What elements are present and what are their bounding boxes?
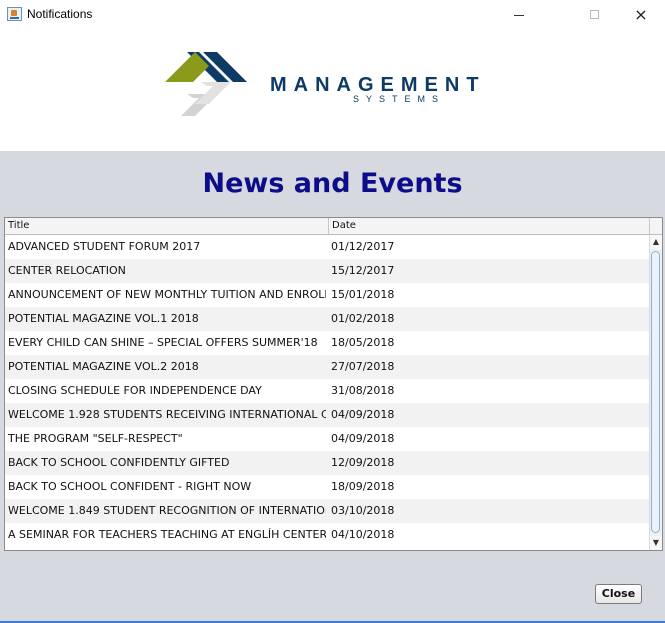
row-title: CLOSING SCHEDULE FOR INDEPENDENCE DAY xyxy=(8,384,262,397)
table-row[interactable]: EVERY CHILD CAN SHINE – SPECIAL OFFERS S… xyxy=(5,331,649,355)
row-date: 18/09/2018 xyxy=(331,480,395,493)
row-date: 01/02/2018 xyxy=(331,312,395,325)
table-body: ADVANCED STUDENT FORUM 2017 01/12/2017 CEN… xyxy=(5,235,649,550)
row-date: 31/08/2018 xyxy=(331,384,395,397)
row-date: 27/07/2018 xyxy=(331,360,395,373)
row-title: THE PROGRAM "SELF-RESPECT" xyxy=(8,432,183,445)
row-title: BACK TO SCHOOL CONFIDENTLY GIFTED xyxy=(8,456,230,469)
table-row[interactable]: ANNOUNCEMENT OF NEW MONTHLY TUITION AND … xyxy=(5,283,649,307)
minimize-button[interactable] xyxy=(496,0,542,30)
window-title: Notifications xyxy=(27,7,93,21)
page-title: News and Events xyxy=(202,168,463,199)
table-row[interactable]: CLOSING SCHEDULE FOR INDEPENDENCE DAY 31/… xyxy=(5,379,649,403)
row-title: POTENTIAL MAGAZINE VOL.1 2018 xyxy=(8,312,199,325)
vertical-scrollbar[interactable]: ▲ ▼ xyxy=(649,235,662,550)
management-systems-logo-icon xyxy=(165,52,247,116)
table-row[interactable]: WELCOME 1.928 STUDENTS RECEIVING INTERNA… xyxy=(5,403,649,427)
row-date: 01/12/2017 xyxy=(331,240,395,253)
row-date: 04/09/2018 xyxy=(331,432,395,445)
maximize-button[interactable] xyxy=(572,0,618,30)
table-header: Title Date xyxy=(5,218,662,235)
close-button[interactable]: Close xyxy=(595,584,642,604)
main-panel: News and Events Title Date ADVANCED STUD… xyxy=(0,151,665,623)
column-header-date[interactable]: Date xyxy=(329,218,650,234)
table-row[interactable]: BACK TO SCHOOL CONFIDENTLY GIFTED 12/09/2… xyxy=(5,451,649,475)
row-title: CENTER RELOCATION xyxy=(8,264,126,277)
table-row[interactable]: POTENTIAL MAGAZINE VOL.2 2018 27/07/2018 xyxy=(5,355,649,379)
close-window-button[interactable]: × xyxy=(618,0,664,30)
row-title: A SEMINAR FOR TEACHERS TEACHING AT ENGLÍ… xyxy=(8,528,326,541)
row-date: 15/01/2018 xyxy=(331,288,395,301)
row-title: WELCOME 1.849 STUDENT RECOGNITION OF INT… xyxy=(8,504,326,517)
java-app-icon xyxy=(7,7,22,21)
row-date: 15/12/2017 xyxy=(331,264,395,277)
row-date: 18/05/2018 xyxy=(331,336,395,349)
table-row[interactable]: WELCOME 1.849 STUDENT RECOGNITION OF INT… xyxy=(5,499,649,523)
row-title: ADVANCED STUDENT FORUM 2017 xyxy=(8,240,201,253)
row-title: BACK TO SCHOOL CONFIDENT - RIGHT NOW xyxy=(8,480,252,493)
table-row[interactable]: CENTER RELOCATION 15/12/2017 xyxy=(5,259,649,283)
scrollbar-thumb[interactable] xyxy=(651,251,660,533)
logo-area: MANAGEMENT SYSTEMS xyxy=(0,30,665,151)
window-titlebar: Notifications × xyxy=(0,0,665,30)
row-date: 04/10/2018 xyxy=(331,528,395,541)
column-header-title[interactable]: Title xyxy=(5,218,329,234)
row-title: WELCOME 1.928 STUDENTS RECEIVING INTERNA… xyxy=(8,408,326,421)
row-date: 03/10/2018 xyxy=(331,504,395,517)
table-row[interactable]: POTENTIAL MAGAZINE VOL.1 2018 01/02/2018 xyxy=(5,307,649,331)
row-title: POTENTIAL MAGAZINE VOL.2 2018 xyxy=(8,360,199,373)
table-row[interactable]: A SEMINAR FOR TEACHERS TEACHING AT ENGLÍ… xyxy=(5,523,649,547)
row-title: ANNOUNCEMENT OF NEW MONTHLY TUITION AND … xyxy=(8,288,326,301)
scroll-up-icon[interactable]: ▲ xyxy=(650,235,662,249)
row-date: 12/09/2018 xyxy=(331,456,395,469)
table-row[interactable]: THE PROGRAM "SELF-RESPECT" 04/09/2018 xyxy=(5,427,649,451)
table-header-corner xyxy=(650,218,662,234)
scroll-down-icon[interactable]: ▼ xyxy=(650,536,662,550)
logo-subtitle: SYSTEMS xyxy=(353,94,446,104)
row-title: EVERY CHILD CAN SHINE – SPECIAL OFFERS S… xyxy=(8,336,318,349)
news-table[interactable]: Title Date ADVANCED STUDENT FORUM 2017 01… xyxy=(4,217,663,551)
table-row[interactable]: BACK TO SCHOOL CONFIDENT - RIGHT NOW 18/0… xyxy=(5,475,649,499)
table-row[interactable]: ADVANCED STUDENT FORUM 2017 01/12/2017 xyxy=(5,235,649,259)
row-date: 04/09/2018 xyxy=(331,408,395,421)
